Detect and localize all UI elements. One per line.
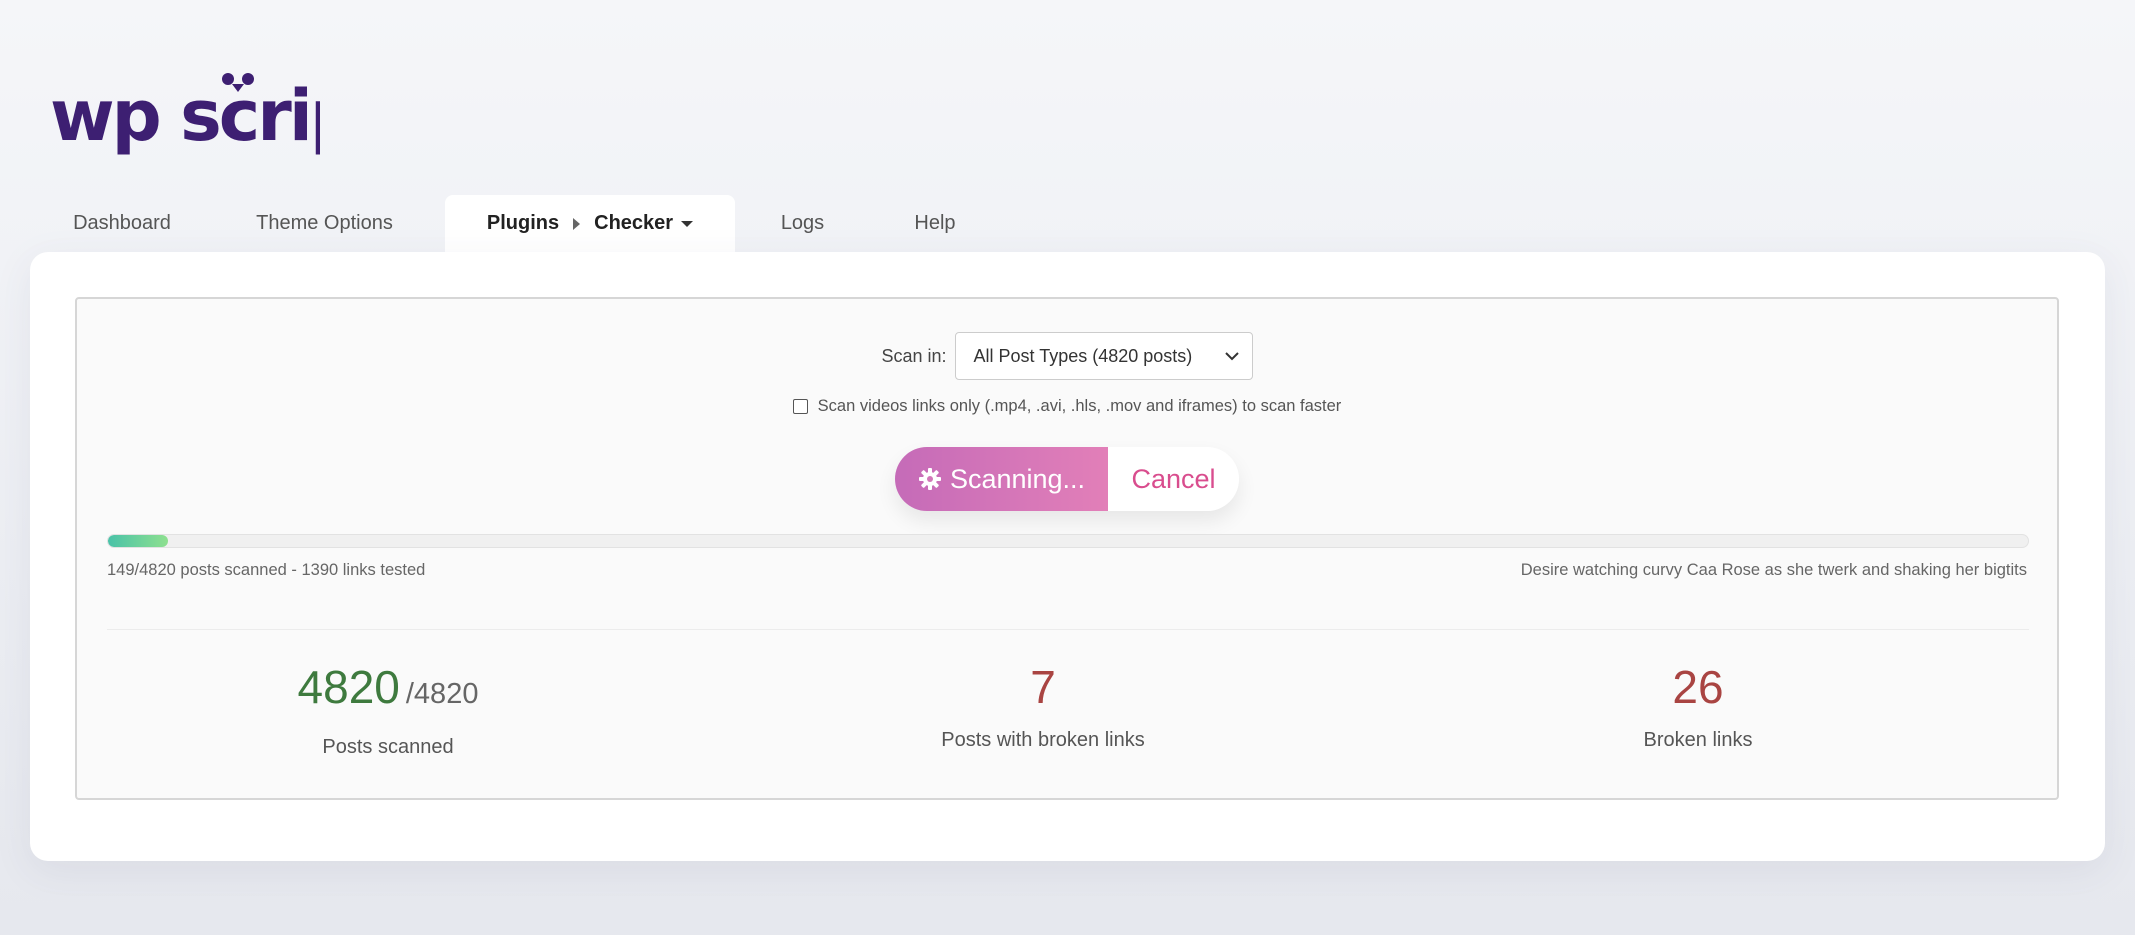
posts-broken-label: Posts with broken links bbox=[941, 729, 1145, 751]
wp-script-logo[interactable]: wp script bbox=[50, 68, 320, 158]
post-type-select[interactable]: All Post Types (4820 posts) bbox=[954, 332, 1253, 380]
divider bbox=[107, 629, 2029, 630]
progress-status: 149/4820 posts scanned - 1390 links test… bbox=[107, 561, 426, 579]
posts-scanned-value: 4820 bbox=[297, 661, 400, 713]
scan-in-row: Scan in: All Post Types (4820 posts) bbox=[77, 332, 2057, 380]
tab-logs[interactable]: Logs bbox=[735, 195, 870, 252]
cancel-button[interactable]: Cancel bbox=[1108, 447, 1239, 511]
cancel-button-label: Cancel bbox=[1131, 463, 1216, 494]
posts-scanned-total: /4820 bbox=[405, 678, 479, 710]
current-post-title: Desire watching curvy Caa Rose as she tw… bbox=[1520, 561, 2027, 579]
tab-plugins-checker[interactable]: Plugins Checker bbox=[445, 195, 735, 252]
logo-text: wp script bbox=[50, 75, 320, 157]
stat-posts-broken: 7 Posts with broken links bbox=[843, 659, 1243, 752]
stat-broken-links: 26 Broken links bbox=[1498, 659, 1898, 752]
posts-scanned-count: 4820/4820 bbox=[188, 659, 588, 722]
scan-in-label: Scan in: bbox=[881, 345, 947, 366]
broken-links-value: 26 bbox=[1672, 661, 1724, 713]
post-type-select-value: All Post Types (4820 posts) bbox=[973, 345, 1193, 366]
scan-button-group: Scanning... Cancel bbox=[895, 447, 1239, 511]
tab-theme-options[interactable]: Theme Options bbox=[204, 195, 445, 252]
tab-help-label: Help bbox=[914, 212, 956, 234]
tab-checker-label: Checker bbox=[594, 212, 674, 234]
scan-progress-bar bbox=[107, 534, 2029, 548]
chevron-down-icon bbox=[1224, 352, 1239, 361]
main-navigation: Dashboard Theme Options Plugins Checker … bbox=[40, 195, 1000, 252]
scan-progress-fill bbox=[108, 535, 168, 547]
tab-plugins-label: Plugins bbox=[486, 212, 560, 234]
video-only-option: Scan videos links only (.mp4, .avi, .hls… bbox=[77, 397, 2057, 416]
video-only-checkbox[interactable] bbox=[792, 399, 808, 414]
posts-broken-value: 7 bbox=[1030, 661, 1056, 713]
tab-theme-options-label: Theme Options bbox=[256, 212, 393, 234]
checker-panel: Scan in: All Post Types (4820 posts) Sca… bbox=[75, 297, 2059, 800]
caret-down-icon[interactable] bbox=[681, 220, 694, 227]
video-only-label: Scan videos links only (.mp4, .avi, .hls… bbox=[817, 397, 1342, 415]
posts-scanned-label: Posts scanned bbox=[322, 736, 454, 758]
tab-help[interactable]: Help bbox=[870, 195, 1000, 252]
caret-right-icon bbox=[573, 217, 581, 230]
tab-dashboard-label: Dashboard bbox=[73, 212, 171, 234]
stat-posts-scanned: 4820/4820 Posts scanned bbox=[188, 659, 588, 759]
main-card: Scan in: All Post Types (4820 posts) Sca… bbox=[30, 252, 2105, 861]
tab-logs-label: Logs bbox=[780, 212, 825, 234]
tab-dashboard[interactable]: Dashboard bbox=[40, 195, 204, 252]
scan-actions: Scanning... Cancel bbox=[77, 447, 2057, 511]
scanning-button-label: Scanning... bbox=[949, 463, 1086, 494]
scanning-button[interactable]: Scanning... bbox=[895, 447, 1108, 511]
broken-links-label: Broken links bbox=[1643, 729, 1753, 751]
gear-icon bbox=[918, 468, 941, 490]
